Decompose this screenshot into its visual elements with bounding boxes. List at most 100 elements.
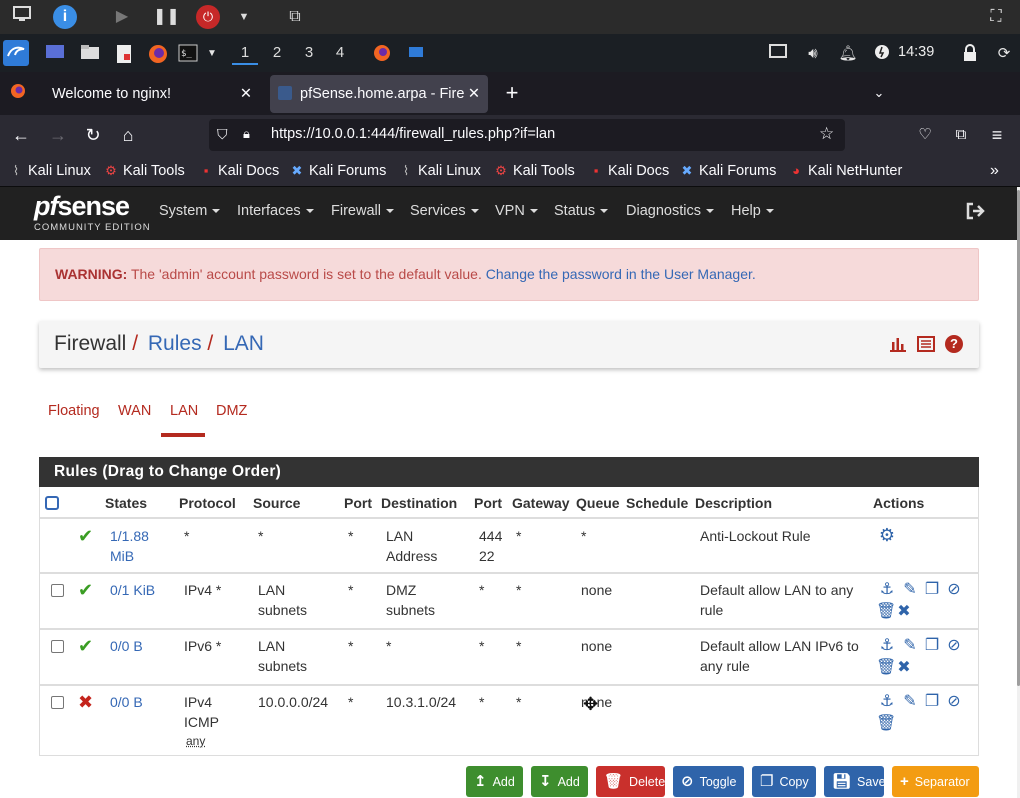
help-icon[interactable]: ? <box>945 335 963 353</box>
menu-icon[interactable]: ≡ <box>985 123 1009 147</box>
bell-icon[interactable]: 🔔︎ <box>838 44 858 64</box>
chevron-down-icon[interactable]: ▼ <box>232 5 256 29</box>
select-all-checkbox[interactable] <box>45 496 59 510</box>
logout-icon[interactable]: ⟳ <box>994 44 1014 64</box>
row-checkbox[interactable] <box>51 696 64 709</box>
chevron-down-icon[interactable]: ▼ <box>202 44 222 64</box>
anchor-icon[interactable]: ⚓ <box>877 637 897 655</box>
copy-icon[interactable]: ❐ <box>922 693 942 711</box>
row-checkbox[interactable] <box>51 584 64 597</box>
edit-icon[interactable]: ✎ <box>900 581 920 599</box>
edit-icon[interactable]: ✎ <box>900 637 920 655</box>
lock-icon[interactable] <box>960 44 980 64</box>
edit-icon[interactable]: ✎ <box>900 693 920 711</box>
states-cell[interactable]: 1/1.88 <box>110 526 149 546</box>
tab-dmz[interactable]: DMZ <box>216 403 247 419</box>
vm-task-icon[interactable] <box>406 44 426 64</box>
list-icon[interactable] <box>917 336 935 355</box>
forward-icon[interactable]: → <box>46 123 70 147</box>
info-icon[interactable]: i <box>53 5 77 29</box>
disable-icon[interactable]: ⊘ <box>944 581 964 599</box>
new-tab-icon[interactable]: + <box>500 81 524 105</box>
desktop-icon[interactable] <box>45 44 65 64</box>
menu-system[interactable]: System <box>159 203 221 219</box>
delete-x-icon[interactable]: ✖ <box>894 603 914 621</box>
url-bar[interactable]: ⛉ 🔒︎ https://10.0.0.1:444/firewall_rules… <box>209 119 845 151</box>
toggle-button[interactable]: ⊘ Toggle <box>673 766 744 797</box>
kali-menu-icon[interactable] <box>3 40 29 66</box>
states-cell[interactable]: 0/0 B <box>110 636 143 656</box>
play-icon[interactable]: ▶ <box>110 5 134 29</box>
tab-floating[interactable]: Floating <box>48 403 100 419</box>
delete-button[interactable]: 🗑︎ Delete <box>596 766 665 797</box>
states-cell[interactable]: 0/1 KiB <box>110 580 155 600</box>
disable-icon[interactable]: ⊘ <box>944 637 964 655</box>
terminal-icon[interactable]: $_ <box>177 44 199 64</box>
bookmark-item[interactable]: ⌇ Kali Linux <box>398 161 481 181</box>
home-icon[interactable]: ⌂ <box>116 123 140 147</box>
tab-wan[interactable]: WAN <box>118 403 151 419</box>
row-checkbox[interactable] <box>51 640 64 653</box>
menu-services[interactable]: Services <box>410 203 479 219</box>
close-icon[interactable]: ✕ <box>240 75 252 113</box>
tab-lan[interactable]: LAN <box>170 403 198 419</box>
copy-icon[interactable]: ❐ <box>922 581 942 599</box>
bookmark-item[interactable]: ⚙ Kali Tools <box>493 161 575 181</box>
screen-icon[interactable] <box>10 5 34 29</box>
trash-icon[interactable]: 🗑︎ <box>876 715 896 733</box>
states-cell[interactable]: MiB <box>110 546 134 566</box>
copy-button[interactable]: ❐ Copy <box>752 766 816 797</box>
bookmark-item[interactable]: ✖ Kali Forums <box>289 161 387 181</box>
icmp-type-cell[interactable]: any <box>186 731 205 751</box>
gear-icon[interactable]: ⚙ <box>877 526 897 544</box>
menu-interfaces[interactable]: Interfaces <box>237 203 314 219</box>
chart-icon[interactable] <box>889 336 907 355</box>
text-editor-icon[interactable] <box>114 44 134 64</box>
pause-icon[interactable]: ❚❚ <box>153 5 180 29</box>
lock-warning-icon[interactable]: 🔒︎ <box>243 126 250 142</box>
list-tabs-icon[interactable]: ⌄ <box>867 81 891 105</box>
bookmark-item[interactable]: ▪ Kali Docs <box>198 161 280 181</box>
breadcrumb-rules[interactable]: Rules <box>148 332 202 355</box>
firefox-task-icon[interactable] <box>372 44 392 64</box>
add-bottom-button[interactable]: ↧ Add <box>531 766 588 797</box>
shield-icon[interactable]: ⛉ <box>217 126 228 143</box>
copy-icon[interactable]: ❐ <box>922 637 942 655</box>
menu-status[interactable]: Status <box>554 203 609 219</box>
pocket-icon[interactable]: ♡ <box>913 123 937 147</box>
bookmark-item[interactable]: ⌇ Kali Linux <box>8 161 91 181</box>
save-button[interactable]: 💾︎ Save <box>824 766 886 797</box>
url-text[interactable]: https://10.0.0.1:444/firewall_rules.php?… <box>271 126 555 142</box>
menu-vpn[interactable]: VPN <box>495 203 538 219</box>
menu-diagnostics[interactable]: Diagnostics <box>626 203 714 219</box>
windows-icon[interactable]: ⧉ <box>283 5 307 29</box>
bookmark-star-icon[interactable]: ☆ <box>819 124 834 144</box>
breadcrumb-lan[interactable]: LAN <box>223 332 264 355</box>
disable-icon[interactable]: ⊘ <box>944 693 964 711</box>
more-bookmarks-icon[interactable]: » <box>990 161 999 181</box>
delete-x-icon[interactable]: ✖ <box>894 659 914 677</box>
menu-firewall[interactable]: Firewall <box>331 203 394 219</box>
close-icon[interactable]: ✕ <box>463 75 480 113</box>
firefox-icon[interactable] <box>148 44 168 64</box>
tab-pfsense[interactable]: pfSense.home.arpa - Fire ✕ <box>270 75 488 113</box>
fullscreen-icon[interactable]: ⛶ <box>984 5 1008 29</box>
bookmark-item[interactable]: ⚙ Kali Tools <box>103 161 185 181</box>
bookmark-item[interactable]: ✖ Kali Forums <box>679 161 777 181</box>
back-icon[interactable]: ← <box>9 123 33 147</box>
logout-icon[interactable] <box>965 201 987 224</box>
workspace-4[interactable]: 4 <box>327 43 353 65</box>
display-icon[interactable] <box>768 44 788 64</box>
separator-button[interactable]: + Separator <box>892 766 979 797</box>
workspace-2[interactable]: 2 <box>264 43 290 65</box>
trash-icon[interactable]: 🗑︎ <box>876 659 896 677</box>
add-top-button[interactable]: ↥ Add <box>466 766 523 797</box>
reload-icon[interactable]: ↻ <box>81 123 105 147</box>
extensions-icon[interactable]: ⧉ <box>949 123 973 147</box>
volume-icon[interactable]: 🔊︎ <box>803 44 823 64</box>
tab-nginx[interactable]: Welcome to nginx! ✕ <box>40 75 262 113</box>
files-icon[interactable] <box>80 44 100 64</box>
menu-help[interactable]: Help <box>731 203 774 219</box>
workspace-1[interactable]: 1 <box>232 43 258 65</box>
trash-icon[interactable]: 🗑︎ <box>876 603 896 621</box>
